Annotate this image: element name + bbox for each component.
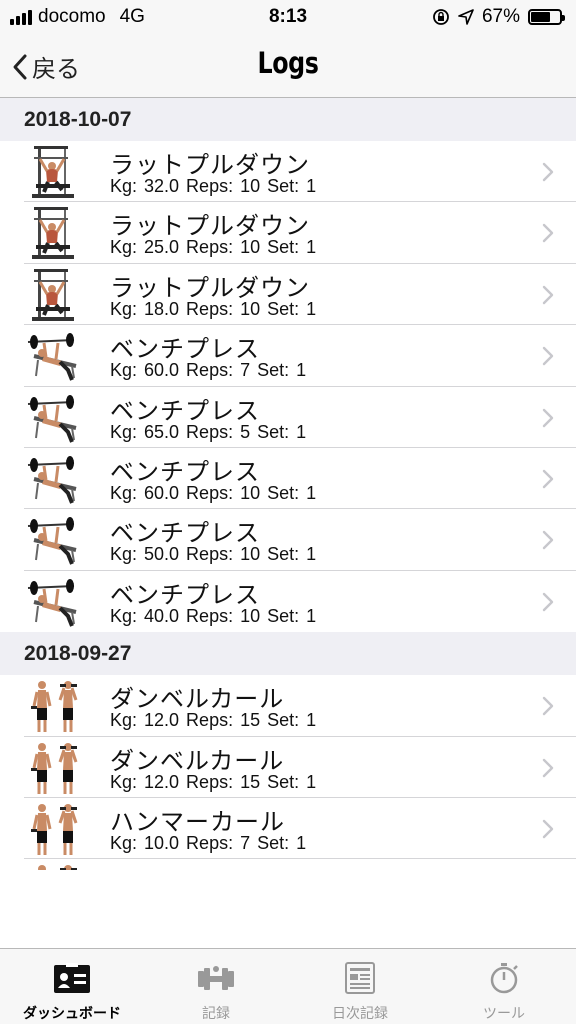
log-row[interactable]: ラットプルダウン Kg: 25.0 Reps: 10 Set: 1: [0, 202, 576, 265]
tab-dashboard-card[interactable]: ダッシュボード: [0, 949, 144, 1024]
tab-label: ツール: [483, 1005, 525, 1021]
exercise-name: ベンチプレス: [110, 581, 260, 609]
exercise-name: ラットプルダウン: [110, 213, 310, 241]
lat-pulldown-icon: [24, 267, 86, 323]
log-row[interactable]: ダンベルカール Kg: 12.0 Reps: 15 Set: 1: [0, 736, 576, 799]
page-title: Logs: [257, 46, 319, 80]
exercise-detail: Kg: 50.0 Reps: 10 Set: 1: [110, 544, 317, 565]
chevron-right-icon: [542, 162, 554, 182]
log-row[interactable]: ダンベルカール Kg: 12.0 Reps: 15 Set: 1: [0, 675, 576, 737]
log-row[interactable]: ハンマーカール Kg: 10.0 Reps: 7 Set: 1: [0, 797, 576, 860]
dumbbell-icon: [196, 961, 236, 995]
tab-label: ダッシュボード: [23, 1005, 121, 1021]
log-row[interactable]: ベンチプレス Kg: 65.0 Reps: 5 Set: 1: [0, 386, 576, 449]
bench-press-icon: [24, 328, 86, 384]
tab-stopwatch[interactable]: ツール: [432, 949, 576, 1024]
battery-percent: 67%: [481, 6, 520, 27]
exercise-detail: Kg: 12.0 Reps: 15 Set: 1: [110, 710, 317, 731]
exercise-name: ベンチプレス: [110, 397, 260, 425]
exercise-name: ダンベルカール: [110, 747, 285, 775]
navigation-bar: 戻る Logs: [0, 36, 576, 98]
section-date: 2018-09-27: [24, 642, 132, 666]
exercise-name: ラットプルダウン: [110, 152, 310, 179]
exercise-detail: Kg: 60.0 Reps: 7 Set: 1: [110, 360, 307, 381]
exercise-detail: Kg: 32.0 Reps: 10 Set: 1: [110, 176, 317, 196]
tab-bar: ダッシュボード 記録 日次記録 ツール: [0, 948, 576, 1024]
log-row[interactable]: ベンチプレス Kg: 60.0 Reps: 10 Set: 1: [0, 447, 576, 510]
exercise-name: ハンマーカール: [110, 808, 285, 836]
hammer-curl-icon: [24, 801, 86, 857]
log-row[interactable]: ベンチプレス Kg: 50.0 Reps: 10 Set: 1: [0, 509, 576, 572]
lat-pulldown-icon: [24, 144, 86, 200]
chevron-right-icon: [542, 592, 554, 612]
battery-icon: [528, 9, 565, 25]
stopwatch-icon: [484, 961, 524, 995]
exercise-detail: Kg: 12.0 Reps: 15 Set: 1: [110, 771, 317, 792]
chevron-right-icon: [542, 469, 554, 489]
exercise-detail: Kg: 65.0 Reps: 5 Set: 1: [110, 421, 307, 442]
section-date: 2018-10-07: [24, 108, 132, 131]
chevron-left-icon: [13, 54, 27, 79]
exercise-detail: Kg: 60.0 Reps: 10 Set: 1: [110, 482, 317, 503]
lat-pulldown-icon: [24, 205, 86, 261]
chevron-right-icon: [542, 346, 554, 366]
exercise-name: ベンチプレス: [110, 458, 260, 486]
chevron-right-icon: [542, 696, 554, 716]
section-header: 2018-09-27: [0, 632, 576, 676]
exercise-detail: Kg: 18.0 Reps: 10 Set: 1: [110, 298, 317, 319]
bench-press-icon: [24, 512, 86, 568]
tab-dumbbell[interactable]: 記録: [144, 949, 288, 1024]
orientation-lock-icon: [433, 9, 449, 25]
exercise-name: ベンチプレス: [110, 520, 260, 548]
battery-level: [531, 12, 550, 22]
dashboard-card-icon: [52, 961, 92, 995]
bench-press-icon: [24, 574, 86, 630]
log-row[interactable]: ベンチプレス Kg: 60.0 Reps: 7 Set: 1: [0, 325, 576, 387]
dumbbell-curl-icon: [24, 740, 86, 796]
bench-press-icon: [24, 451, 86, 507]
tab-label: 記録: [202, 1005, 230, 1021]
section-rows: ラットプルダウン Kg: 32.0 Reps: 10 Set: 1 ラットプルダウン…: [0, 141, 576, 633]
chevron-right-icon: [542, 819, 554, 839]
hammer-curl-icon: [24, 862, 86, 870]
log-row[interactable]: ベンチプレス Kg: 40.0 Reps: 10 Set: 1: [0, 570, 576, 633]
chevron-right-icon: [542, 530, 554, 550]
daily-log-icon: [340, 961, 380, 995]
exercise-name: ダンベルカール: [110, 686, 285, 714]
chevron-right-icon: [542, 285, 554, 305]
location-arrow-icon: [458, 9, 474, 25]
tab-daily-log[interactable]: 日次記録: [288, 949, 432, 1024]
exercise-name: ベンチプレス: [110, 336, 260, 364]
chevron-right-icon: [542, 408, 554, 428]
status-bar: docomo 4G 8:13 67%: [0, 0, 576, 36]
bench-press-icon: [24, 390, 86, 446]
exercise-detail: Kg: 40.0 Reps: 10 Set: 1: [110, 605, 317, 626]
exercise-detail: Kg: 10.0 Reps: 7 Set: 1: [110, 832, 307, 853]
log-row[interactable]: ラットプルダウン Kg: 32.0 Reps: 10 Set: 1: [0, 141, 576, 203]
tab-label: 日次記録: [332, 1005, 388, 1021]
status-right: 67%: [432, 6, 565, 28]
section-rows: ダンベルカール Kg: 12.0 Reps: 15 Set: 1 ダンベルカール Kg…: [0, 675, 576, 870]
exercise-detail: Kg: 25.0 Reps: 10 Set: 1: [110, 237, 317, 258]
section-header: 2018-10-07: [0, 98, 576, 141]
chevron-right-icon: [542, 223, 554, 243]
chevron-right-icon: [542, 758, 554, 778]
log-row[interactable]: ラットプルダウン Kg: 18.0 Reps: 10 Set: 1: [0, 263, 576, 326]
logs-list[interactable]: 2018-10-07 ラットプルダウン Kg: 32.0 Reps: 10 Set:…: [0, 98, 576, 870]
exercise-name: ラットプルダウン: [110, 274, 310, 302]
dumbbell-curl-icon: [24, 678, 86, 734]
log-row[interactable]: [0, 859, 576, 870]
